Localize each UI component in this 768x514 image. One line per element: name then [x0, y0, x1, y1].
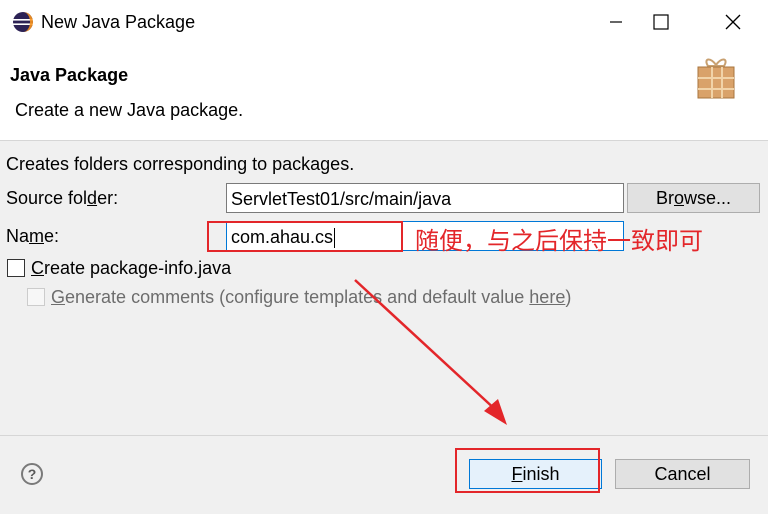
- annotation-arrow-icon: [354, 279, 507, 425]
- finish-highlight-box: [455, 448, 600, 493]
- footer-separator: [0, 435, 768, 436]
- cancel-button[interactable]: Cancel: [615, 459, 750, 489]
- help-icon[interactable]: ?: [21, 463, 43, 485]
